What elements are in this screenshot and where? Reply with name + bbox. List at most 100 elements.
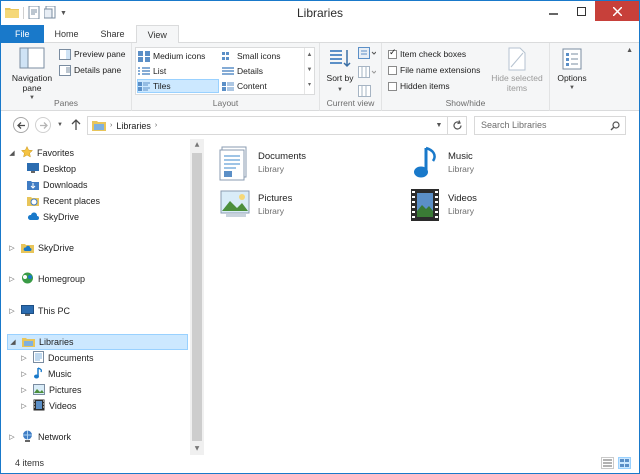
chevron-up-icon[interactable]: ▲	[305, 48, 314, 63]
gallery-more-icon[interactable]: ▾	[305, 78, 314, 93]
item-check-boxes-checkbox[interactable]	[388, 48, 397, 59]
content-pane: Documents Library Music Library Pictures…	[204, 139, 639, 455]
breadcrumb-separator-icon[interactable]: ›	[110, 122, 112, 129]
details-pane-button[interactable]: Details pane	[59, 63, 121, 77]
minimize-button[interactable]	[539, 1, 567, 21]
chevron-collapsed-icon[interactable]: ▷	[19, 402, 29, 410]
nav-library-videos[interactable]: ▷ Videos	[19, 398, 76, 414]
tab-view[interactable]: View	[135, 25, 179, 44]
options-icon	[554, 47, 590, 73]
nav-network[interactable]: ▷ Network	[7, 429, 71, 445]
show-hide-group-label: Show/hide	[445, 98, 486, 108]
chevron-collapsed-icon[interactable]: ▷	[19, 386, 29, 394]
layout-group: Medium icons Small icons List Details Ti…	[132, 43, 320, 111]
pictures-library-icon	[218, 187, 252, 225]
chevron-down-icon[interactable]: ▼	[305, 63, 314, 78]
search-input[interactable]: Search Libraries	[474, 116, 626, 135]
sort-by-button[interactable]: Sort by ▼	[326, 47, 354, 95]
maximize-button[interactable]	[567, 1, 595, 21]
forward-button[interactable]	[35, 117, 51, 133]
nav-library-pictures-label: Pictures	[49, 385, 82, 395]
nav-desktop[interactable]: Desktop	[27, 161, 76, 177]
list-icon	[138, 66, 150, 77]
tile-videos[interactable]: Videos Library	[408, 187, 598, 225]
chevron-collapsed-icon[interactable]: ▷	[7, 307, 17, 315]
hidden-items-toggle[interactable]: Hidden items	[388, 79, 450, 93]
nav-library-documents[interactable]: ▷ Documents	[19, 350, 94, 366]
layout-gallery: Medium icons Small icons List Details Ti…	[135, 47, 315, 95]
scrollbar-thumb[interactable]	[192, 153, 202, 441]
group-by-icon[interactable]	[358, 47, 377, 62]
layout-content[interactable]: Content	[222, 79, 267, 93]
preview-pane-button[interactable]: Preview pane	[59, 47, 126, 61]
breadcrumb-libraries[interactable]: Libraries	[116, 121, 151, 131]
chevron-collapsed-icon[interactable]: ▷	[7, 244, 17, 252]
chevron-expanded-icon[interactable]: ◢	[7, 149, 17, 157]
add-columns-icon[interactable]	[358, 66, 377, 81]
nav-library-music[interactable]: ▷ Music	[19, 366, 72, 382]
tile-pictures[interactable]: Pictures Library	[218, 187, 408, 225]
layout-tiles[interactable]: Tiles	[137, 79, 219, 93]
chevron-down-icon: ▼	[569, 85, 575, 91]
large-icons-view-button[interactable]	[618, 457, 631, 469]
scroll-up-icon[interactable]: ▲	[190, 139, 204, 151]
chevron-collapsed-icon[interactable]: ▷	[19, 370, 29, 378]
tile-documents[interactable]: Documents Library	[218, 145, 408, 183]
file-name-extensions-checkbox[interactable]	[388, 65, 397, 75]
preview-pane-icon	[59, 48, 71, 60]
file-name-extensions-toggle[interactable]: File name extensions	[388, 63, 480, 77]
tile-music[interactable]: Music Library	[408, 145, 598, 183]
pictures-icon	[33, 383, 45, 397]
computer-icon	[21, 304, 34, 318]
refresh-button[interactable]	[447, 116, 467, 135]
address-dropdown-icon[interactable]: ▼	[431, 117, 447, 134]
nav-recent-places[interactable]: Recent places	[27, 193, 100, 209]
tile-videos-name: Videos	[448, 193, 477, 204]
details-view-button[interactable]	[601, 457, 614, 469]
tab-home[interactable]: Home	[44, 25, 90, 43]
homegroup-icon	[21, 272, 34, 286]
navigation-pane-button[interactable]: Navigation pane ▼	[9, 47, 55, 103]
nav-skydrive[interactable]: ▷ SkyDrive	[7, 240, 74, 256]
chevron-collapsed-icon[interactable]: ▷	[7, 433, 17, 441]
tab-share[interactable]: Share	[90, 25, 136, 43]
item-count: 4 items	[15, 458, 45, 468]
chevron-expanded-icon[interactable]: ◢	[8, 338, 18, 346]
nav-this-pc-label: This PC	[38, 306, 71, 316]
breadcrumb-chevron-icon[interactable]: ›	[155, 122, 157, 129]
address-bar[interactable]: › Libraries ›	[87, 116, 467, 135]
layout-details[interactable]: Details	[222, 64, 263, 78]
scroll-down-icon[interactable]: ▼	[190, 443, 204, 455]
nav-favorites[interactable]: ◢ Favorites	[7, 145, 74, 161]
layout-gallery-scroll[interactable]: ▲ ▼ ▾	[304, 48, 314, 94]
back-button[interactable]	[13, 117, 29, 133]
nav-this-pc[interactable]: ▷ This PC	[7, 303, 70, 319]
item-check-boxes-toggle[interactable]: Item check boxes	[388, 47, 466, 61]
nav-skydrive-favorite[interactable]: SkyDrive	[27, 209, 79, 225]
layout-medium-icons[interactable]: Medium icons	[138, 49, 205, 63]
layout-small-icons[interactable]: Small icons	[222, 49, 280, 63]
hide-selected-items-button[interactable]: Hide selected items	[490, 47, 544, 93]
nav-library-pictures[interactable]: ▷ Pictures	[19, 382, 82, 398]
up-button[interactable]	[71, 119, 81, 133]
skydrive-folder-icon	[21, 242, 34, 255]
tab-file[interactable]: File	[1, 25, 44, 43]
navigation-pane-scrollbar[interactable]: ▲ ▼	[190, 139, 204, 455]
close-button[interactable]	[595, 1, 639, 21]
options-button[interactable]: Options ▼	[554, 47, 590, 93]
layout-list[interactable]: List	[138, 64, 166, 78]
show-hide-group: Item check boxes File name extensions Hi…	[382, 43, 550, 111]
nav-libraries[interactable]: ◢ Libraries	[7, 334, 188, 350]
recent-locations-dropdown-icon[interactable]: ▼	[57, 122, 63, 128]
ribbon-view: Navigation pane ▼ Preview pane Details p…	[1, 43, 639, 111]
hidden-items-checkbox[interactable]	[388, 81, 397, 91]
sort-by-label: Sort by	[326, 73, 354, 83]
chevron-collapsed-icon[interactable]: ▷	[19, 354, 29, 362]
search-icon[interactable]	[610, 120, 620, 137]
collapse-ribbon-icon[interactable]: ▲	[626, 47, 633, 54]
nav-downloads[interactable]: Downloads	[27, 177, 88, 193]
nav-libraries-label: Libraries	[39, 337, 74, 347]
nav-homegroup[interactable]: ▷ Homegroup	[7, 271, 85, 287]
nav-skydrive-label: SkyDrive	[38, 243, 75, 253]
chevron-collapsed-icon[interactable]: ▷	[7, 275, 17, 283]
